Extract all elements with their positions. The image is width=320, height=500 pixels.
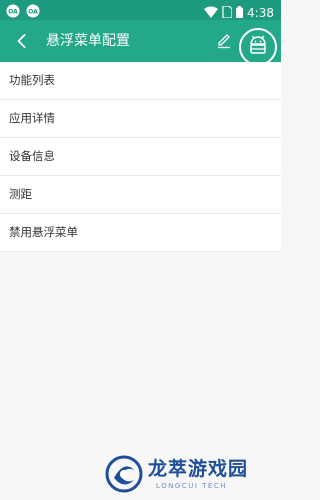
android-robot-icon (247, 34, 269, 60)
menu-item-device-info[interactable]: 设备信息 (0, 138, 281, 176)
watermark: 龙萃游戏园 LONGCUI TECH (104, 452, 274, 496)
status-time: 4:38 (247, 5, 274, 20)
status-bar: OA OA 4:38 (0, 0, 281, 20)
floating-menu-button[interactable] (239, 28, 277, 66)
menu-item-distance[interactable]: 测距 (0, 176, 281, 214)
menu-item-function-list[interactable]: 功能列表 (0, 62, 281, 100)
menu-item-app-details[interactable]: 应用详情 (0, 100, 281, 138)
menu-list: 功能列表 应用详情 设备信息 测距 禁用悬浮菜单 (0, 62, 281, 252)
back-arrow-icon[interactable] (12, 31, 32, 51)
svg-text:OA: OA (8, 9, 18, 16)
watermark-title: 龙萃游戏园 (148, 458, 249, 480)
menu-item-disable-floating-menu[interactable]: 禁用悬浮菜单 (0, 214, 281, 252)
watermark-subtitle: LONGCUI TECH (156, 482, 227, 490)
edit-icon[interactable] (216, 33, 232, 49)
page-title: 悬浮菜单配置 (46, 33, 130, 49)
watermark-logo-icon (104, 454, 144, 498)
svg-text:OA: OA (28, 9, 38, 16)
